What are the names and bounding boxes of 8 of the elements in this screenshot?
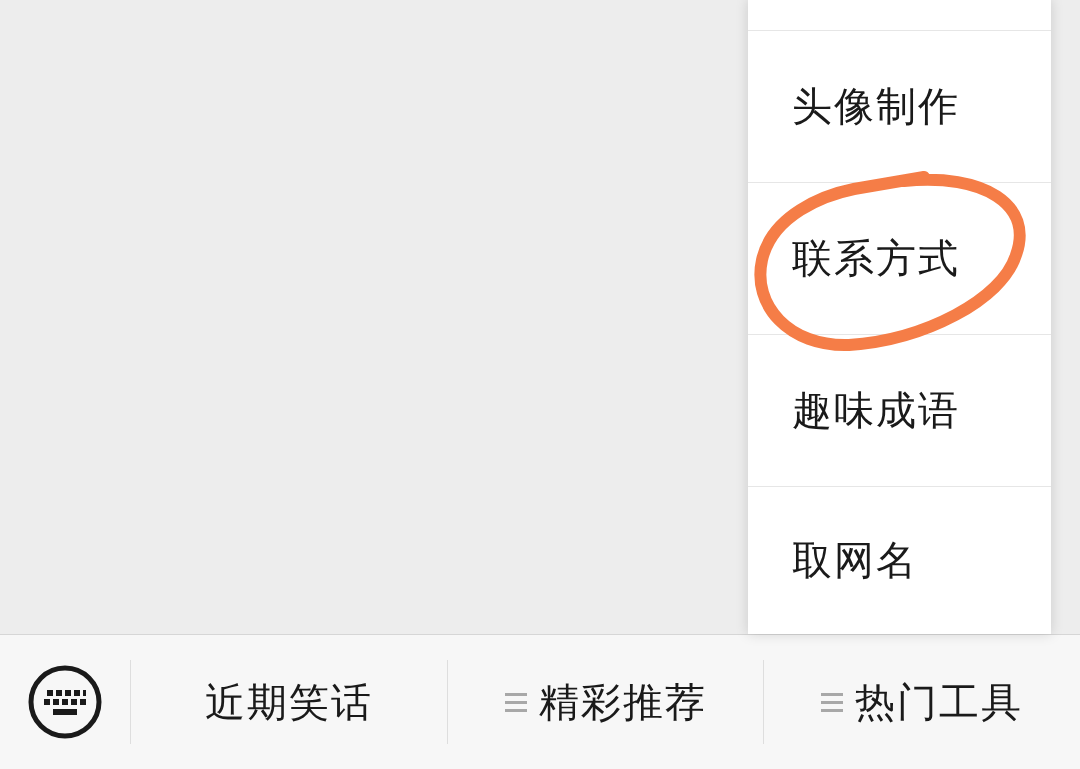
keyboard-icon[interactable] [28, 665, 102, 739]
menu-item[interactable]: 联系方式 [748, 183, 1051, 335]
menu-item[interactable]: 取网名 [748, 487, 1051, 634]
menu-item[interactable]: 趣味成语 [748, 335, 1051, 487]
menu-item[interactable]: 头像制作 [748, 31, 1051, 183]
menu-tab[interactable]: 热门工具 [764, 674, 1080, 730]
menu-tab[interactable]: 精彩推荐 [447, 674, 764, 730]
menu-tab[interactable]: 近期笑话 [131, 674, 447, 730]
